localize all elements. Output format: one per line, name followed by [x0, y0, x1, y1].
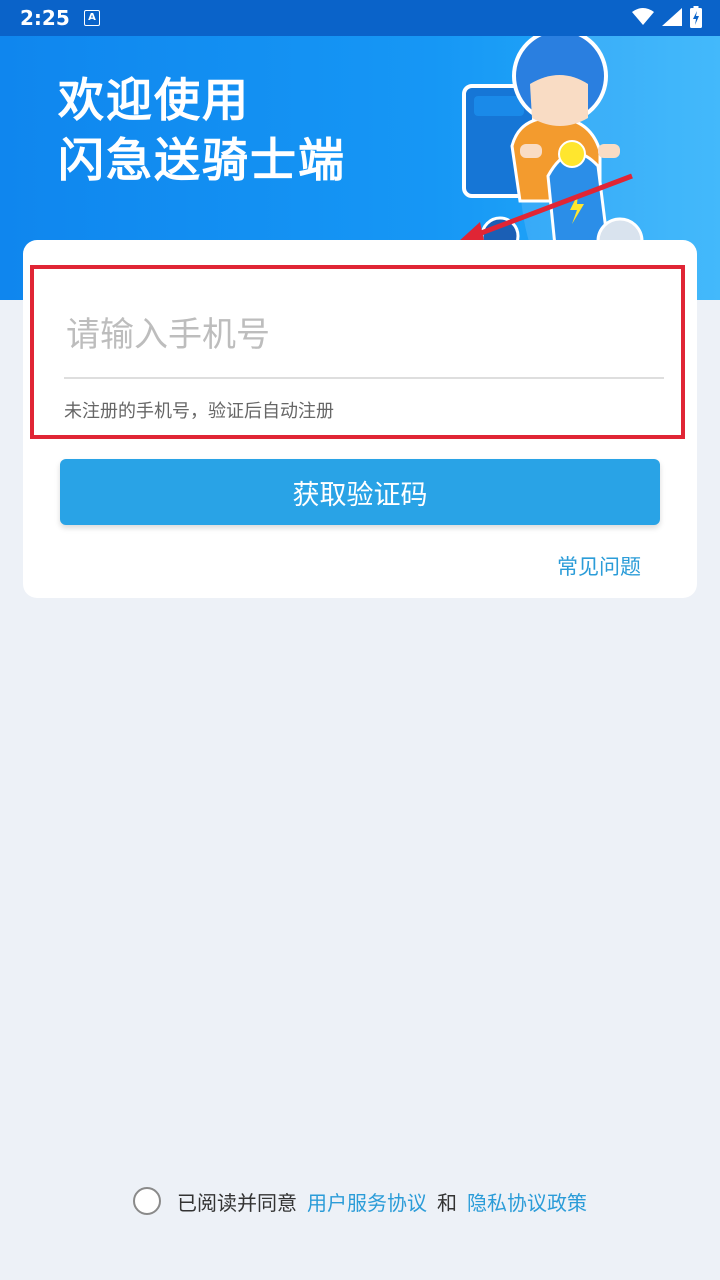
- auto-register-hint: 未注册的手机号，验证后自动注册: [64, 401, 334, 422]
- agreement-checkbox[interactable]: [133, 1187, 161, 1215]
- user-agreement-link[interactable]: 用户服务协议: [307, 1187, 427, 1216]
- phone-input-underline: [64, 377, 664, 379]
- welcome-title-line1: 欢迎使用: [58, 73, 250, 127]
- faq-link[interactable]: 常见问题: [557, 551, 641, 581]
- privacy-policy-link[interactable]: 隐私协议政策: [467, 1187, 587, 1216]
- welcome-title: 欢迎使用 闪急送骑士端: [58, 70, 346, 190]
- battery-charging-icon: [690, 6, 702, 28]
- phone-number-input[interactable]: [64, 309, 658, 361]
- status-bar: 2:25 A: [0, 0, 720, 36]
- status-time: 2:25: [20, 6, 70, 30]
- annotation-arrow-icon: [458, 173, 633, 242]
- phone-input-section: 未注册的手机号，验证后自动注册: [30, 265, 685, 439]
- wifi-icon: [632, 8, 654, 25]
- login-card: 未注册的手机号，验证后自动注册 获取验证码 常见问题: [23, 240, 697, 598]
- agreement-row: 已阅读并同意 用户服务协议 和 隐私协议政策: [0, 1184, 720, 1218]
- welcome-title-line2: 闪急送骑士端: [58, 133, 346, 187]
- agreement-prefix: 已阅读并同意: [177, 1190, 297, 1215]
- notification-a-icon: A: [84, 10, 100, 26]
- signal-icon: [662, 8, 682, 26]
- get-verification-code-button[interactable]: 获取验证码: [60, 459, 660, 525]
- status-icons: [632, 6, 702, 28]
- agreement-and: 和: [437, 1190, 457, 1215]
